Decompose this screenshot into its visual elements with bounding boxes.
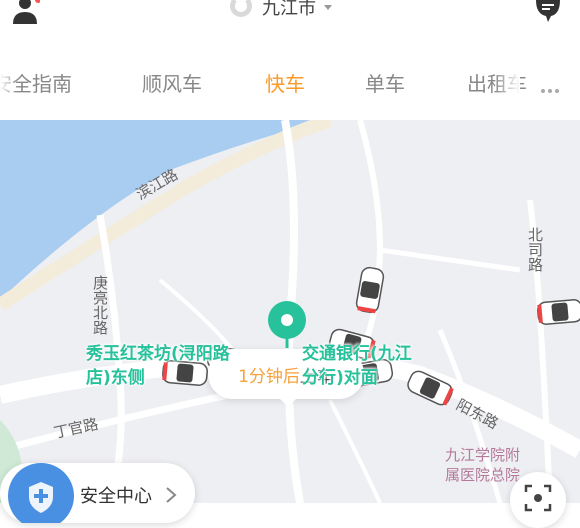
hospital-label-line1: 九江学院附: [445, 446, 520, 464]
location-ring-icon: [230, 0, 252, 17]
poi-right-line2: 分行)对面: [302, 368, 378, 388]
hospital-label-line2: 属医院总院: [445, 466, 520, 484]
tab-express[interactable]: 快车: [265, 68, 305, 97]
message-icon[interactable]: [533, 0, 563, 24]
poi-left-line1: 秀玉红茶坊(浔阳路: [86, 344, 230, 364]
chevron-down-icon: [324, 4, 332, 10]
more-icon[interactable]: [541, 78, 562, 97]
tab-bike[interactable]: 单车: [365, 68, 405, 97]
poi-right-line1: 交通银行(九江: [302, 344, 412, 364]
road-label-gengliang: 庚亮北路: [91, 275, 109, 335]
poi-label-left[interactable]: 秀玉红茶坊(浔阳路 店)东侧: [86, 342, 230, 390]
shield-icon: [8, 463, 74, 523]
top-bar: 九江市 安全指南 顺风车 快车 单车 出租车: [0, 0, 580, 120]
service-tabs: 安全指南 顺风车 快车 单车 出租车: [0, 62, 580, 102]
city-selector[interactable]: 九江市: [230, 0, 332, 22]
map-canvas[interactable]: 滨江路 庚亮北路 北司路 丁官路 阳东路 九江学院附 属医院总院: [0, 120, 580, 503]
user-avatar-icon[interactable]: [10, 0, 40, 24]
locate-me-button[interactable]: [510, 472, 566, 528]
map-view[interactable]: 滨江路 庚亮北路 北司路 丁官路 阳东路 九江学院附 属医院总院 1分钟后 上车…: [0, 120, 580, 503]
tab-carpool[interactable]: 顺风车: [142, 68, 202, 97]
city-name: 九江市: [262, 0, 316, 19]
safety-center-label: 安全中心: [80, 486, 152, 507]
crosshair-icon: [524, 484, 552, 512]
safety-center-button[interactable]: 安全中心: [0, 463, 195, 523]
eta-text: 1分钟后: [238, 366, 300, 387]
car-marker: [537, 299, 580, 325]
poi-left-line2: 店)东侧: [86, 368, 145, 388]
chevron-right-icon: [166, 487, 177, 503]
poi-label-right[interactable]: 交通银行(九江 分行)对面: [302, 342, 412, 390]
road-label-beisi: 北司路: [526, 227, 544, 272]
tab-fade-right: [495, 60, 520, 105]
tab-fade-left: [0, 60, 18, 105]
